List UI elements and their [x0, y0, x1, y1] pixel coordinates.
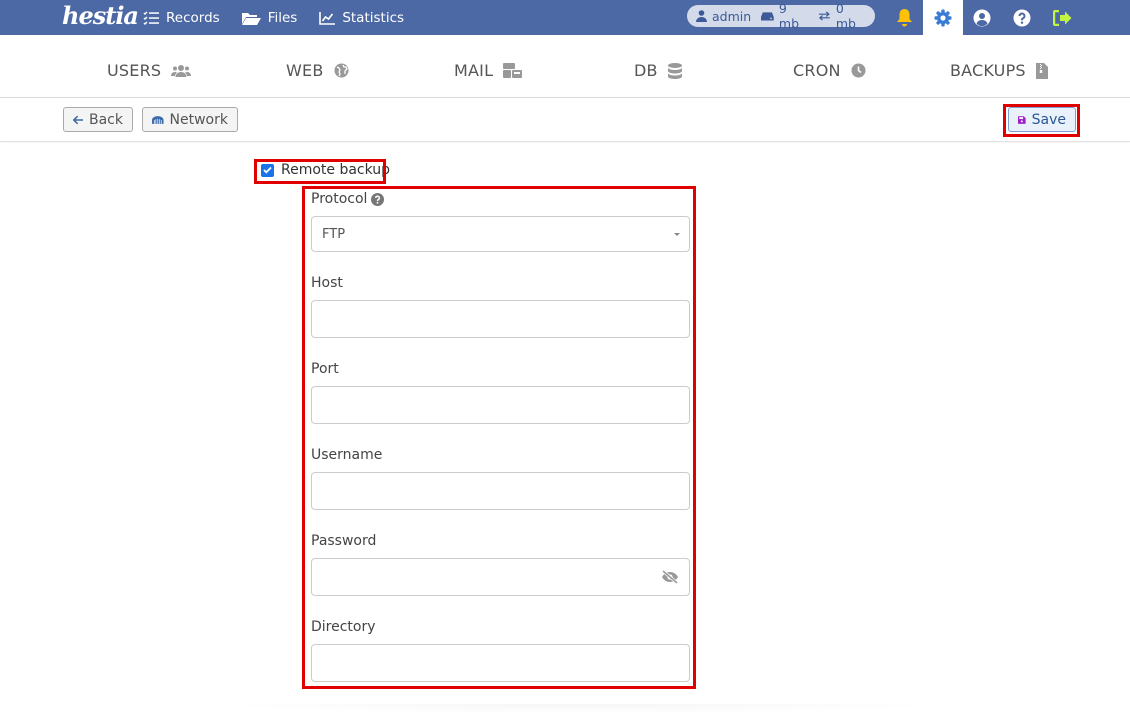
topnav-records-label: Records	[166, 9, 220, 26]
remote-backup-toggle[interactable]: Remote backup	[261, 162, 390, 178]
usage-stats-pill: admin 9 mb 0 mb	[687, 1, 875, 31]
sign-out-icon	[1052, 9, 1071, 26]
logout-button[interactable]	[1043, 0, 1081, 35]
question-circle-icon	[371, 192, 385, 206]
topnav-files-label: Files	[267, 9, 298, 26]
back-button[interactable]: Back	[63, 107, 133, 132]
topnav-records[interactable]: Records	[143, 10, 220, 26]
tab-web[interactable]: WEB	[286, 61, 349, 80]
section-tabs: USERS WEB MAIL DB CRON BACKUPS	[0, 35, 1130, 98]
gear-icon	[934, 9, 952, 26]
file-archive-icon	[1035, 62, 1048, 79]
save-icon	[1018, 115, 1026, 124]
mail-bulk-icon	[503, 63, 523, 78]
settings-button[interactable]	[923, 0, 963, 35]
toolbar: Back Network Save	[0, 98, 1130, 142]
arrow-left-icon	[73, 115, 83, 124]
tab-mail[interactable]: MAIL	[454, 61, 523, 80]
question-circle-icon	[1013, 9, 1031, 26]
help-button[interactable]	[1003, 0, 1041, 35]
tab-backups[interactable]: BACKUPS	[950, 61, 1048, 80]
network-button-label: Network	[169, 111, 228, 128]
disk-usage: 9 mb	[778, 1, 800, 31]
bell-icon	[896, 9, 912, 27]
bandwidth-stat: 0 mb	[818, 1, 865, 31]
directory-input[interactable]	[311, 644, 690, 682]
users-icon	[171, 64, 192, 78]
tab-users-label: USERS	[107, 61, 162, 80]
database-icon	[667, 62, 682, 79]
port-label: Port	[311, 361, 339, 377]
hdd-icon	[761, 12, 774, 21]
eye-slash-icon[interactable]	[661, 569, 679, 588]
port-input[interactable]	[311, 386, 690, 424]
tab-cron-label: CRON	[793, 61, 841, 80]
tab-mail-label: MAIL	[454, 61, 494, 80]
check-icon	[263, 166, 272, 174]
topnav-statistics-label: Statistics	[342, 9, 405, 26]
remote-backup-label: Remote backup	[281, 162, 391, 178]
footer-shadow	[210, 704, 950, 714]
username-label: Username	[311, 447, 383, 463]
topnav-files[interactable]: Files	[241, 9, 298, 26]
ethernet-icon	[152, 115, 164, 124]
disk-stat: 9 mb	[761, 1, 808, 31]
tab-web-label: WEB	[286, 61, 324, 80]
top-bar: hestia Records Files Statistics admin 9 …	[0, 0, 1130, 35]
chart-line-icon	[319, 11, 336, 25]
topnav-statistics[interactable]: Statistics	[319, 10, 404, 26]
clock-icon	[851, 63, 866, 78]
folder-open-icon	[241, 11, 261, 25]
top-nav: Records Files Statistics	[143, 0, 426, 35]
tab-backups-label: BACKUPS	[950, 61, 1026, 80]
user-stat: admin	[696, 9, 751, 24]
remote-backup-checkbox[interactable]	[261, 163, 274, 177]
back-button-label: Back	[89, 111, 123, 128]
save-button-label: Save	[1031, 111, 1066, 128]
list-check-icon	[143, 11, 159, 25]
globe-icon	[334, 63, 349, 78]
hestia-logo[interactable]: hestia	[62, 1, 139, 30]
user-tie-icon	[696, 10, 707, 22]
user-circle-icon	[973, 9, 991, 26]
host-label: Host	[311, 275, 343, 291]
tab-users[interactable]: USERS	[107, 61, 192, 80]
profile-button[interactable]	[963, 0, 1001, 35]
save-button[interactable]: Save	[1008, 107, 1076, 132]
directory-label: Directory	[311, 619, 376, 635]
protocol-select-value: FTP	[322, 226, 346, 242]
exchange-icon	[818, 11, 830, 21]
password-label: Password	[311, 533, 377, 549]
protocol-label-text: Protocol	[311, 191, 368, 207]
notifications-button[interactable]	[885, 0, 923, 35]
caret-down-icon	[674, 232, 680, 236]
username-input[interactable]	[311, 472, 690, 510]
protocol-label: Protocol	[311, 191, 385, 207]
user-name: admin	[712, 8, 752, 24]
protocol-select[interactable]: FTP	[311, 216, 690, 252]
network-button[interactable]: Network	[142, 107, 238, 132]
tab-db[interactable]: DB	[634, 61, 682, 80]
host-input[interactable]	[311, 300, 690, 338]
tab-db-label: DB	[634, 61, 658, 80]
tab-cron[interactable]: CRON	[793, 61, 866, 80]
bandwidth-usage: 0 mb	[835, 1, 856, 31]
password-input[interactable]	[311, 558, 690, 596]
